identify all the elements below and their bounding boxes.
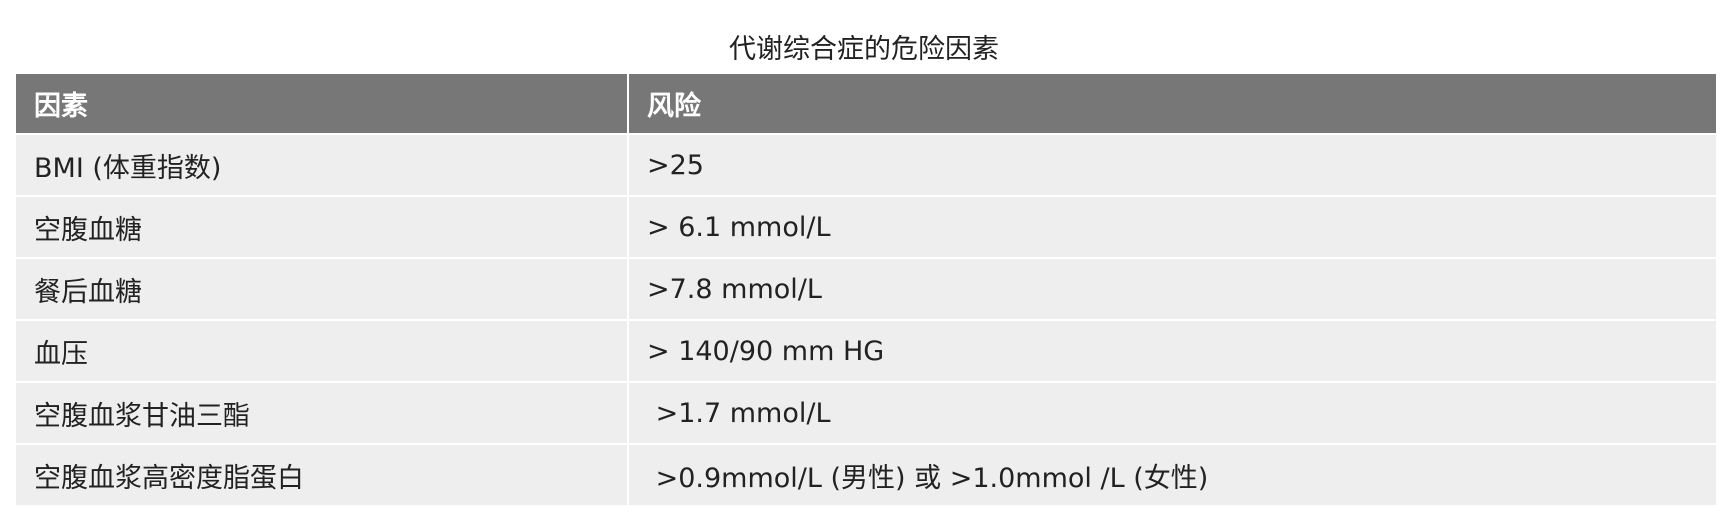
risk-cell: >0.9mmol/L (男性) 或 >1.0mmol /L (女性) bbox=[628, 444, 1716, 507]
table-row: 空腹血浆高密度脂蛋白 >0.9mmol/L (男性) 或 >1.0mmol /L… bbox=[16, 444, 1716, 507]
table-row: BMI (体重指数) >25 bbox=[16, 134, 1716, 197]
table-row: 餐后血糖 >7.8 mmol/L bbox=[16, 258, 1716, 321]
header-risk: 风险 bbox=[628, 74, 1716, 135]
table-header-row: 因素 风险 bbox=[16, 74, 1716, 135]
risk-cell: > 140/90 mm HG bbox=[628, 320, 1716, 383]
table-row: 血压 > 140/90 mm HG bbox=[16, 320, 1716, 383]
risk-factors-table: 因素 风险 BMI (体重指数) >25 空腹血糖 > 6.1 mmol/L 餐… bbox=[16, 74, 1716, 507]
factor-cell: 餐后血糖 bbox=[16, 258, 629, 321]
table-row: 空腹血浆甘油三酯 >1.7 mmol/L bbox=[16, 382, 1716, 445]
factor-cell: BMI (体重指数) bbox=[16, 134, 629, 197]
page: 代谢综合症的危险因素 因素 风险 BMI (体重指数) >25 空腹血糖 > 6… bbox=[0, 0, 1728, 512]
factor-cell: 空腹血浆甘油三酯 bbox=[16, 382, 629, 445]
table-title: 代谢综合症的危险因素 bbox=[729, 34, 999, 65]
header-factor: 因素 bbox=[16, 74, 629, 135]
risk-cell: >25 bbox=[628, 134, 1716, 197]
risk-cell: > 6.1 mmol/L bbox=[628, 196, 1716, 259]
factor-cell: 空腹血浆高密度脂蛋白 bbox=[16, 444, 629, 507]
factor-cell: 血压 bbox=[16, 320, 629, 383]
factor-cell: 空腹血糖 bbox=[16, 196, 629, 259]
table-row: 空腹血糖 > 6.1 mmol/L bbox=[16, 196, 1716, 259]
risk-cell: >1.7 mmol/L bbox=[628, 382, 1716, 445]
risk-cell: >7.8 mmol/L bbox=[628, 258, 1716, 321]
